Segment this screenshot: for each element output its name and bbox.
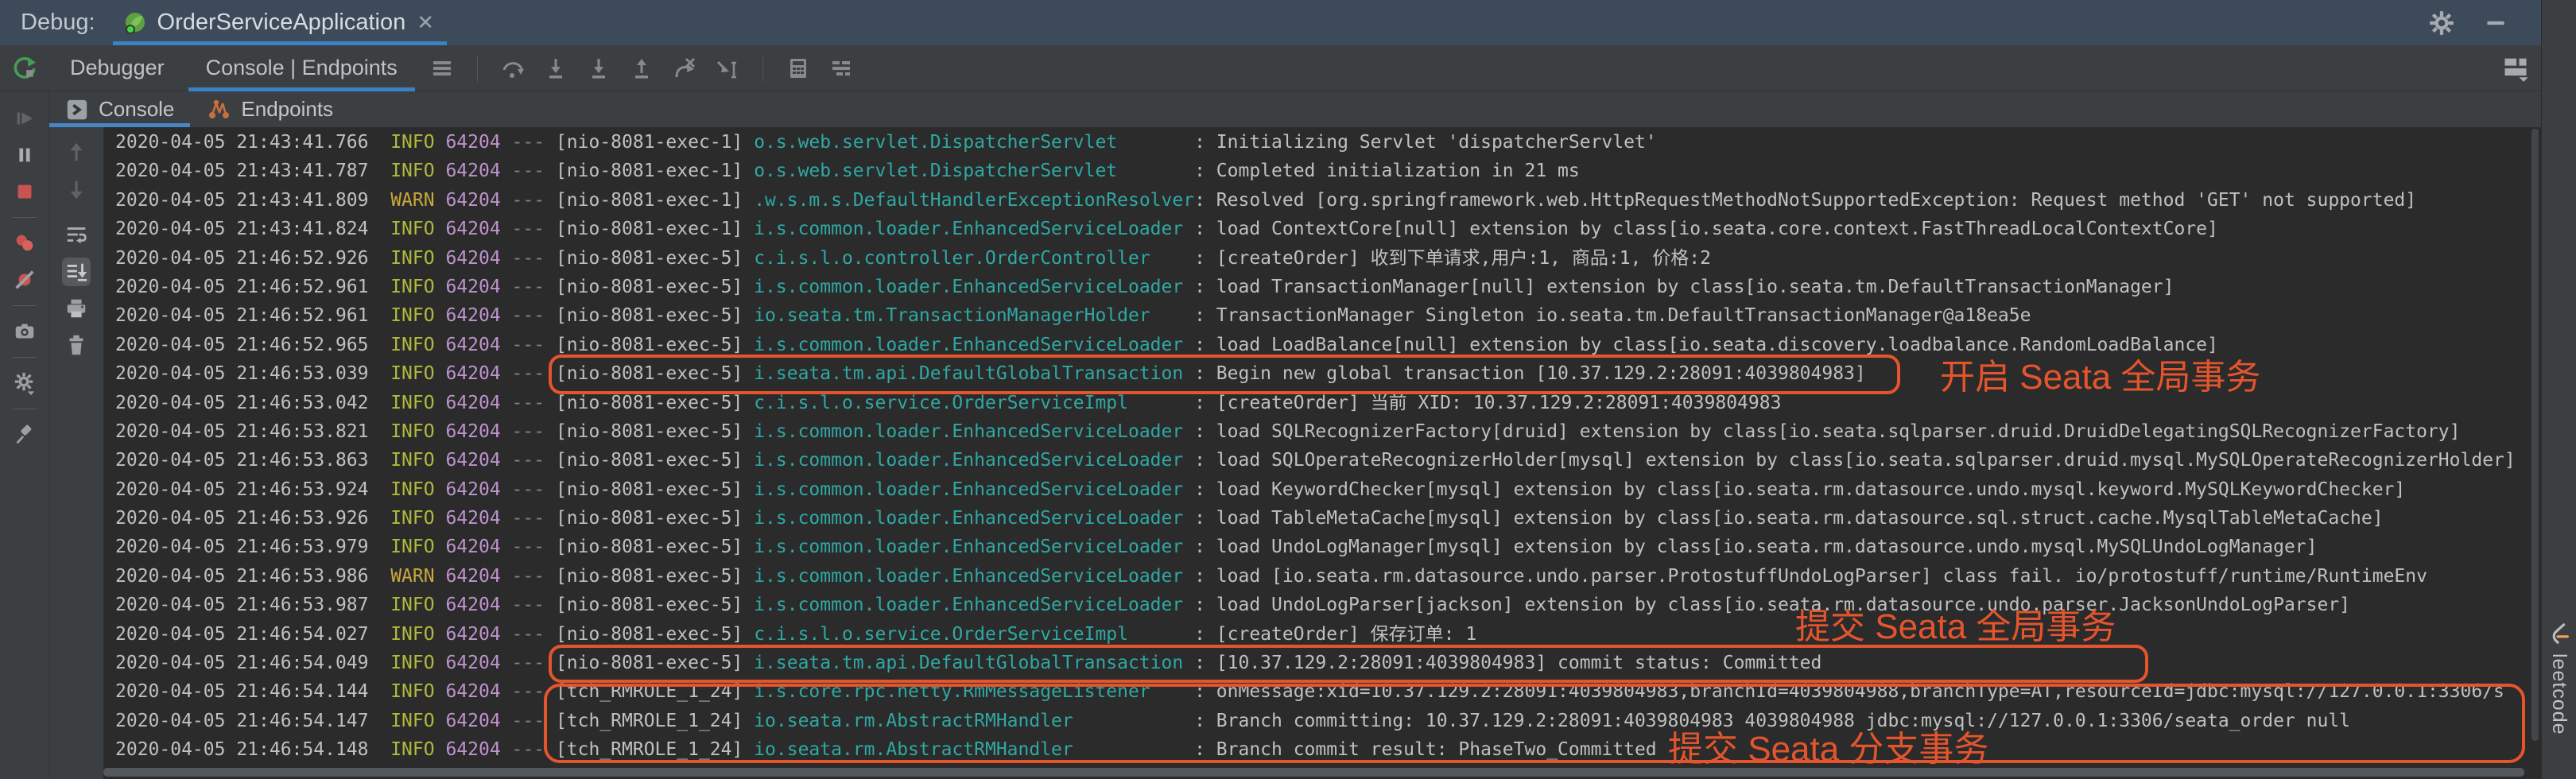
log-line: 2020-04-05 21:43:41.824 INFO 64204 --- […	[115, 215, 2516, 243]
console-icon	[65, 98, 89, 122]
right-tool-strip: leetcode	[2541, 0, 2576, 779]
toolbar: Debugger Console | Endpoints	[0, 45, 2541, 91]
log-lines: 2020-04-05 21:43:41.766 INFO 64204 --- […	[115, 128, 2516, 765]
leetcode-icon	[2547, 622, 2571, 647]
console-output[interactable]: 2020-04-05 21:43:41.766 INFO 64204 --- […	[103, 127, 2541, 779]
run-to-cursor-icon[interactable]	[715, 56, 740, 81]
tab-endpoints[interactable]: Endpoints	[190, 91, 349, 127]
log-line: 2020-04-05 21:46:53.924 INFO 64204 --- […	[115, 475, 2516, 504]
annotation-begin-global-tx: 开启 Seata 全局事务	[1940, 348, 2260, 399]
log-line: 2020-04-05 21:46:52.961 INFO 64204 --- […	[115, 273, 2516, 301]
annotation-commit-branch-tx: 提交 Seata 分支事务	[1668, 720, 1988, 771]
log-line: 2020-04-05 21:43:41.787 INFO 64204 --- […	[115, 157, 2516, 185]
mute-breakpoints-icon[interactable]	[10, 265, 39, 294]
divider	[13, 305, 37, 306]
soft-wrap-icon[interactable]	[62, 221, 91, 250]
tab-console-endpoints[interactable]: Console | Endpoints	[185, 45, 418, 91]
log-line: 2020-04-05 21:46:54.144 INFO 64204 --- […	[115, 677, 2516, 706]
step-over-icon[interactable]	[500, 56, 526, 81]
down-stack-icon[interactable]	[62, 175, 91, 203]
vertical-scrollbar[interactable]	[2531, 129, 2539, 741]
trace-settings-icon[interactable]	[828, 56, 854, 81]
endpoints-icon	[206, 97, 231, 122]
clear-all-icon[interactable]	[62, 331, 91, 359]
divider	[13, 217, 37, 218]
log-line: 2020-04-05 21:46:54.049 INFO 64204 --- […	[115, 649, 2516, 677]
divider	[477, 55, 478, 82]
force-step-into-icon[interactable]	[586, 56, 611, 81]
debug-label: Debug:	[21, 10, 95, 36]
leetcode-tool-button[interactable]: leetcode	[2547, 622, 2571, 735]
run-config-title: OrderServiceApplication	[157, 10, 406, 36]
run-config-tab[interactable]: OrderServiceApplication ✕	[113, 0, 448, 45]
pin-tab-icon[interactable]	[10, 421, 39, 449]
log-line: 2020-04-05 21:46:54.148 INFO 64204 --- […	[115, 735, 2516, 764]
log-line: 2020-04-05 21:46:54.147 INFO 64204 --- […	[115, 707, 2516, 735]
horizontal-scrollbar[interactable]	[103, 768, 2524, 777]
stop-icon[interactable]	[10, 177, 39, 206]
close-icon[interactable]: ✕	[417, 10, 434, 35]
divider	[13, 357, 37, 358]
titlebar: Debug: OrderServiceApplication ✕	[0, 0, 2541, 45]
spring-boot-run-icon	[121, 9, 149, 37]
reset-frame-icon[interactable]	[672, 56, 697, 81]
console-strip	[49, 127, 103, 779]
tab-console[interactable]: Console	[49, 91, 190, 127]
tab-debugger[interactable]: Debugger	[49, 45, 185, 91]
log-line: 2020-04-05 21:46:53.979 INFO 64204 --- […	[115, 533, 2516, 561]
menu-icon[interactable]	[429, 56, 455, 81]
log-line: 2020-04-05 21:46:52.926 INFO 64204 --- […	[115, 244, 2516, 273]
rerun-icon[interactable]	[11, 55, 38, 82]
leetcode-label: leetcode	[2547, 653, 2570, 735]
log-line: 2020-04-05 21:46:54.027 INFO 64204 --- […	[115, 620, 2516, 649]
print-icon[interactable]	[62, 294, 91, 323]
log-line: 2020-04-05 21:43:41.809 WARN 64204 --- […	[115, 186, 2516, 215]
settings-gear-icon[interactable]	[2428, 10, 2455, 37]
annotation-commit-global-tx: 提交 Seata 全局事务	[1795, 598, 2116, 649]
resume-icon[interactable]	[10, 104, 39, 133]
log-line: 2020-04-05 21:46:53.986 WARN 64204 --- […	[115, 562, 2516, 591]
evaluate-expression-icon[interactable]	[786, 56, 811, 81]
log-line: 2020-04-05 21:46:53.863 INFO 64204 --- […	[115, 446, 2516, 475]
console-subtabs: Console Endpoints	[49, 91, 2541, 127]
log-line: 2020-04-05 21:46:53.821 INFO 64204 --- […	[115, 417, 2516, 446]
log-line: 2020-04-05 21:43:41.766 INFO 64204 --- […	[115, 128, 2516, 157]
debug-tool-window: Debug: OrderServiceApplication ✕	[0, 0, 2576, 779]
restore-layout-icon[interactable]	[2501, 54, 2530, 83]
minimize-icon[interactable]	[2482, 10, 2509, 37]
view-breakpoints-icon[interactable]	[10, 229, 39, 258]
log-line: 2020-04-05 21:46:53.987 INFO 64204 --- […	[115, 591, 2516, 619]
pause-icon[interactable]	[10, 141, 39, 169]
thread-dump-camera-icon[interactable]	[10, 317, 39, 346]
debugger-strip	[0, 91, 49, 779]
scroll-to-end-icon[interactable]	[62, 258, 91, 286]
step-into-icon[interactable]	[543, 56, 568, 81]
up-stack-icon[interactable]	[62, 138, 91, 167]
log-line: 2020-04-05 21:46:53.926 INFO 64204 --- […	[115, 504, 2516, 533]
log-line: 2020-04-05 21:46:52.961 INFO 64204 --- […	[115, 301, 2516, 330]
debugger-settings-gear-icon[interactable]	[10, 369, 39, 397]
step-out-icon[interactable]	[629, 56, 654, 81]
divider	[762, 55, 763, 82]
